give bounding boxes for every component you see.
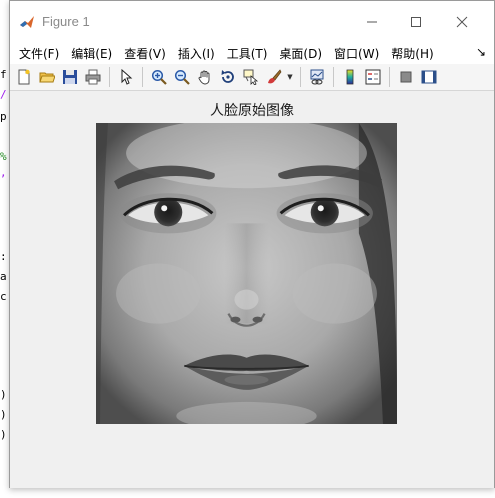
menu-insert[interactable]: 插入(I) <box>173 45 220 62</box>
print-button[interactable] <box>82 67 103 88</box>
close-icon <box>456 16 468 28</box>
menu-tools[interactable]: 工具(T) <box>222 45 273 62</box>
brush-button[interactable] <box>263 67 284 88</box>
menu-window[interactable]: 窗口(W) <box>329 45 384 62</box>
maximize-icon <box>411 17 421 27</box>
toolbar-separator <box>300 67 301 87</box>
pointer-icon <box>121 69 132 85</box>
save-button[interactable] <box>59 67 80 88</box>
toolbar-separator <box>389 67 390 87</box>
print-icon <box>85 69 100 85</box>
show-plot-tools-button[interactable] <box>418 67 439 88</box>
link-plot-icon <box>310 69 323 85</box>
zoom-out-icon <box>174 69 190 85</box>
chevron-down-icon[interactable]: ▼ <box>286 67 294 88</box>
brush-icon <box>267 69 281 84</box>
menu-view[interactable]: 查看(V) <box>119 45 171 62</box>
rotate-3d-button[interactable] <box>217 67 238 88</box>
menu-desktop[interactable]: 桌面(D) <box>274 45 327 62</box>
menu-bar: 文件(F) 编辑(E) 查看(V) 插入(I) 工具(T) 桌面(D) 窗口(W… <box>10 42 494 64</box>
zoom-in-button[interactable] <box>148 67 169 88</box>
toolbar-separator <box>333 67 334 87</box>
colorbar-icon <box>346 69 353 85</box>
legend-icon <box>365 69 380 85</box>
title-bar[interactable]: Figure 1 <box>10 1 494 42</box>
zoom-in-icon <box>151 69 167 85</box>
rotate-3d-icon <box>221 70 234 83</box>
close-button[interactable] <box>440 8 484 36</box>
figure-canvas: 人脸原始图像 <box>10 92 494 488</box>
face-image <box>96 123 397 424</box>
window-title: Figure 1 <box>42 14 90 29</box>
show-plot-tools-icon <box>421 70 436 84</box>
save-icon <box>62 70 77 84</box>
menu-file[interactable]: 文件(F) <box>14 45 64 62</box>
maximize-button[interactable] <box>394 8 438 36</box>
link-plot-button[interactable] <box>306 67 327 88</box>
minimize-button[interactable] <box>350 8 394 36</box>
menu-help[interactable]: 帮助(H) <box>386 45 438 62</box>
open-file-button[interactable] <box>36 67 57 88</box>
menu-overflow-icon[interactable]: ↘ <box>476 45 486 59</box>
pointer-button[interactable] <box>115 67 136 88</box>
data-cursor-button[interactable] <box>240 67 261 88</box>
axes-title: 人脸原始图像 <box>210 103 294 119</box>
minimize-icon <box>367 21 377 23</box>
toolbar-separator <box>142 67 143 87</box>
hide-plot-tools-icon <box>400 71 411 83</box>
pan-hand-icon <box>198 70 209 85</box>
hide-plot-tools-button[interactable] <box>395 67 416 88</box>
new-figure-icon <box>18 69 30 85</box>
toolbar-separator <box>109 67 110 87</box>
colorbar-button[interactable] <box>339 67 360 88</box>
zoom-out-button[interactable] <box>171 67 192 88</box>
menu-edit[interactable]: 编辑(E) <box>66 45 117 62</box>
data-cursor-icon <box>243 69 258 85</box>
open-file-icon <box>38 72 55 83</box>
matlab-logo-icon <box>19 14 35 30</box>
figure-window: Figure 1 文件(F) 编辑(E) 查看(V) 插入(I) 工具(T) 桌… <box>9 0 495 488</box>
grayscale-face-image-icon <box>96 123 397 424</box>
pan-button[interactable] <box>194 67 215 88</box>
new-figure-button[interactable] <box>13 67 34 88</box>
legend-button[interactable] <box>362 67 383 88</box>
figure-toolbar: ▼ <box>10 64 494 91</box>
